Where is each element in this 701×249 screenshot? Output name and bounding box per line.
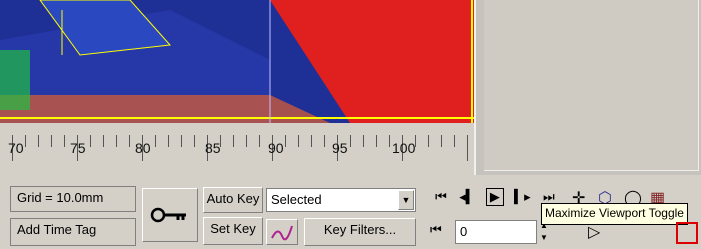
ruler-label: 90 xyxy=(268,140,284,156)
3d-viewport[interactable] xyxy=(0,0,474,123)
ruler-tick xyxy=(194,135,195,147)
set-keys-button[interactable] xyxy=(142,188,198,242)
ruler-tick xyxy=(38,135,39,147)
ruler-tick xyxy=(64,135,65,147)
ruler-label: 95 xyxy=(332,140,348,156)
ruler-tick xyxy=(129,135,130,147)
ruler-tick xyxy=(168,135,169,147)
ruler-tick xyxy=(285,135,286,147)
ruler-tick xyxy=(90,135,91,147)
selection-set-value: Selected xyxy=(271,192,322,207)
ruler-tick xyxy=(233,135,234,147)
ruler-tick xyxy=(454,135,455,147)
ruler-label: 70 xyxy=(8,140,24,156)
ruler-tick xyxy=(441,135,442,147)
ruler-label: 75 xyxy=(70,140,86,156)
key-icon xyxy=(150,207,186,223)
ruler-tick xyxy=(363,135,364,147)
grid-size-readout: Grid = 10.0mm xyxy=(10,186,136,212)
ruler-tick xyxy=(324,135,325,147)
chevron-down-icon[interactable]: ▼ xyxy=(398,190,414,210)
ruler-tick xyxy=(389,135,390,147)
ruler-tick xyxy=(103,135,104,147)
tooltip: Maximize Viewport Toggle xyxy=(541,203,688,225)
ruler-tick xyxy=(376,135,377,147)
go-to-start-icon[interactable]: ⏮ xyxy=(430,189,452,205)
viewport-scene xyxy=(0,0,474,123)
ruler-tick xyxy=(116,135,117,147)
set-key-button[interactable]: Set Key xyxy=(203,217,263,245)
pan-icon[interactable]: ▷ xyxy=(588,222,600,242)
play-icon[interactable]: ▶ xyxy=(485,188,504,206)
auto-key-button[interactable]: Auto Key xyxy=(203,187,263,213)
ruler-tick xyxy=(298,135,299,147)
ruler-tick xyxy=(259,135,260,147)
selection-set-dropdown[interactable]: Selected ▼ xyxy=(266,188,416,212)
curve-editor-button[interactable] xyxy=(266,219,298,245)
current-frame-field[interactable]: 0 xyxy=(455,220,537,244)
side-viewport-panel xyxy=(474,0,701,175)
maximize-viewport-icon[interactable] xyxy=(676,222,698,244)
ruler-label: 85 xyxy=(205,140,221,156)
tangent-curve-icon xyxy=(271,225,293,241)
ruler-tick xyxy=(155,135,156,147)
ruler-tick xyxy=(350,135,351,147)
ruler-tick xyxy=(246,135,247,147)
next-frame-icon[interactable]: ▍▸ xyxy=(511,189,533,205)
add-time-tag-button[interactable]: Add Time Tag xyxy=(10,218,136,246)
ruler-tick xyxy=(51,135,52,147)
key-filters-button[interactable]: Key Filters... xyxy=(304,218,416,246)
ruler-tick xyxy=(467,135,468,161)
key-mode-icon[interactable]: ⏮ xyxy=(430,222,442,238)
ruler-tick xyxy=(181,135,182,147)
ruler-tick xyxy=(311,135,312,147)
ruler-label: 100 xyxy=(392,140,416,156)
ruler-tick xyxy=(25,135,26,147)
previous-frame-icon[interactable]: ◂▍ xyxy=(456,189,478,205)
ruler-label: 80 xyxy=(135,140,151,156)
ruler-tick xyxy=(428,135,429,147)
